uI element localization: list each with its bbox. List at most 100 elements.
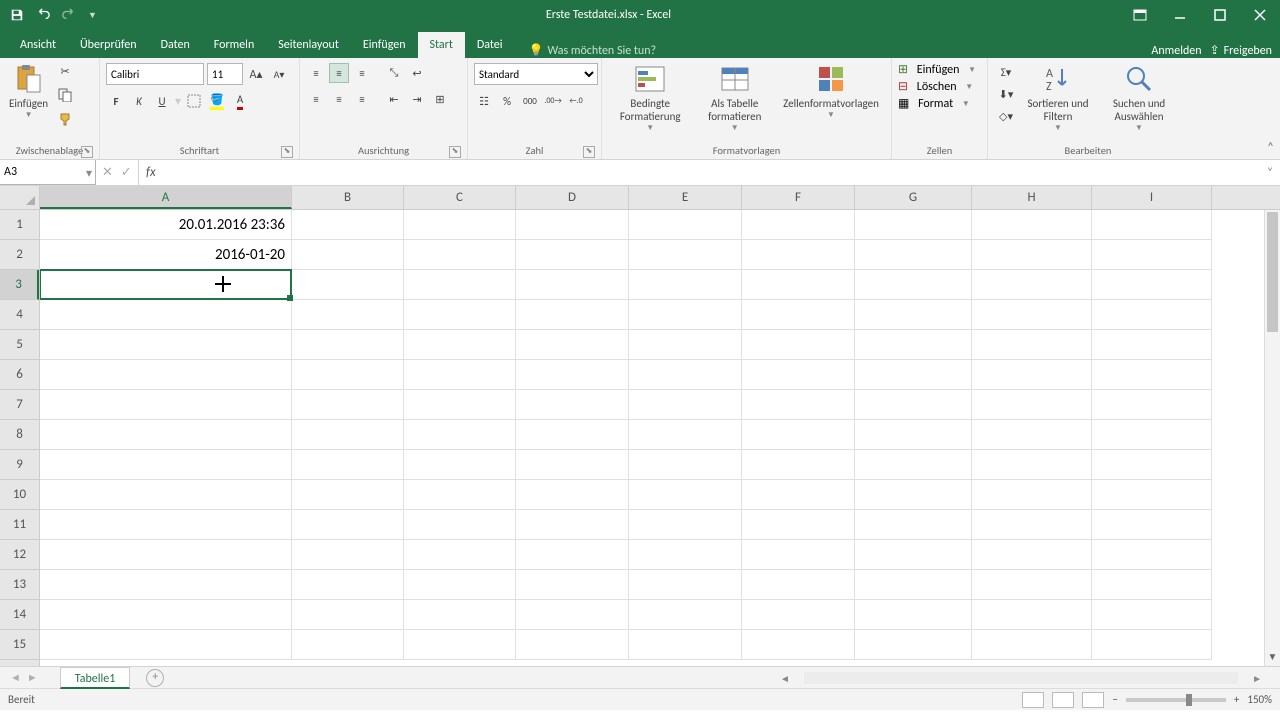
delete-cells-button[interactable]: ⊟ Löschen ▼ [898, 79, 973, 94]
col-header-C[interactable]: C [404, 186, 516, 209]
cell-I4[interactable] [1092, 300, 1212, 330]
row-header-9[interactable]: 9 [0, 450, 39, 480]
cell-I9[interactable] [1092, 450, 1212, 480]
cell-I6[interactable] [1092, 360, 1212, 390]
cell-E1[interactable] [629, 210, 742, 240]
sheet-tab[interactable]: Tabelle1 [60, 667, 131, 689]
zoom-slider[interactable] [1126, 698, 1226, 702]
font-name-combo[interactable] [106, 63, 204, 85]
cell-A12[interactable] [40, 540, 292, 570]
cell-D14[interactable] [516, 600, 629, 630]
cell-C5[interactable] [404, 330, 516, 360]
col-header-A[interactable]: A [40, 186, 292, 209]
maximize-icon[interactable] [1200, 0, 1240, 30]
cell-F1[interactable] [742, 210, 855, 240]
cell-H6[interactable] [972, 360, 1092, 390]
cell-G3[interactable] [855, 270, 972, 300]
sort-filter-button[interactable]: AZ Sortieren und Filtern▼ [1022, 61, 1094, 135]
page-break-button[interactable] [1082, 692, 1104, 708]
cell-D5[interactable] [516, 330, 629, 360]
cell-E15[interactable] [629, 630, 742, 660]
cell-H7[interactable] [972, 390, 1092, 420]
cell-D9[interactable] [516, 450, 629, 480]
cell-I1[interactable] [1092, 210, 1212, 240]
cell-H4[interactable] [972, 300, 1092, 330]
cell-H8[interactable] [972, 420, 1092, 450]
row-header-12[interactable]: 12 [0, 540, 39, 570]
bold-button[interactable]: F [106, 91, 126, 111]
scroll-left-icon[interactable]: ◄ [780, 672, 790, 685]
cell-C12[interactable] [404, 540, 516, 570]
cell-B12[interactable] [292, 540, 404, 570]
tab-überprüfen[interactable]: Überprüfen [68, 32, 149, 58]
autosum-button[interactable]: Σ▾ [994, 62, 1018, 82]
redo-icon[interactable] [62, 8, 76, 22]
increase-font-button[interactable]: A▴ [246, 64, 266, 84]
cell-A2[interactable]: 2016-01-20 [40, 240, 292, 270]
row-header-11[interactable]: 11 [0, 510, 39, 540]
cell-I13[interactable] [1092, 570, 1212, 600]
cell-E8[interactable] [629, 420, 742, 450]
row-header-6[interactable]: 6 [0, 360, 39, 390]
vertical-scrollbar[interactable]: ▲ ▼ [1264, 210, 1280, 666]
cell-B2[interactable] [292, 240, 404, 270]
cell-C13[interactable] [404, 570, 516, 600]
cell-I12[interactable] [1092, 540, 1212, 570]
cell-D4[interactable] [516, 300, 629, 330]
insert-cells-button[interactable]: ⊞ Einfügen ▼ [898, 62, 976, 77]
clear-button[interactable]: ◇▾ [994, 106, 1018, 126]
cell-G5[interactable] [855, 330, 972, 360]
cell-A15[interactable] [40, 630, 292, 660]
save-icon[interactable] [10, 8, 24, 22]
format-cells-button[interactable]: ▦ Format ▼ [898, 96, 970, 111]
cell-G1[interactable] [855, 210, 972, 240]
cell-H5[interactable] [972, 330, 1092, 360]
cell-C4[interactable] [404, 300, 516, 330]
cell-E6[interactable] [629, 360, 742, 390]
tab-start[interactable]: Start [418, 32, 465, 58]
cell-B13[interactable] [292, 570, 404, 600]
cell-G9[interactable] [855, 450, 972, 480]
comma-button[interactable]: 000 [520, 91, 540, 111]
tab-daten[interactable]: Daten [149, 32, 202, 58]
cell-F3[interactable] [742, 270, 855, 300]
cell-E10[interactable] [629, 480, 742, 510]
col-header-H[interactable]: H [972, 186, 1092, 209]
cell-G8[interactable] [855, 420, 972, 450]
cell-H9[interactable] [972, 450, 1092, 480]
cell-C2[interactable] [404, 240, 516, 270]
format-painter-button[interactable] [55, 109, 75, 129]
increase-decimal-button[interactable]: .00→ [543, 91, 563, 111]
cell-E12[interactable] [629, 540, 742, 570]
cell-G7[interactable] [855, 390, 972, 420]
row-header-3[interactable]: 3 [0, 270, 39, 300]
row-header-7[interactable]: 7 [0, 390, 39, 420]
decrease-decimal-button[interactable]: ←.0 [566, 91, 586, 111]
horizontal-scrollbar[interactable]: ◄ ► [780, 670, 1262, 686]
row-header-2[interactable]: 2 [0, 240, 39, 270]
row-header-1[interactable]: 1 [0, 210, 39, 240]
cell-G15[interactable] [855, 630, 972, 660]
cell-I14[interactable] [1092, 600, 1212, 630]
percent-button[interactable]: % [497, 91, 517, 111]
cell-F2[interactable] [742, 240, 855, 270]
cell-F12[interactable] [742, 540, 855, 570]
cell-F15[interactable] [742, 630, 855, 660]
cell-I2[interactable] [1092, 240, 1212, 270]
number-format-combo[interactable]: Standard [474, 63, 598, 85]
cell-G2[interactable] [855, 240, 972, 270]
cell-H2[interactable] [972, 240, 1092, 270]
cell-A11[interactable] [40, 510, 292, 540]
cell-C6[interactable] [404, 360, 516, 390]
conditional-format-button[interactable]: Bedingte Formatierung▼ [608, 61, 692, 135]
share-button[interactable]: ⇪ Freigeben [1210, 43, 1272, 58]
cell-C9[interactable] [404, 450, 516, 480]
tab-nav-next-icon[interactable]: ► [27, 671, 38, 684]
tab-einfügen[interactable]: Einfügen [351, 32, 418, 58]
cell-B6[interactable] [292, 360, 404, 390]
decrease-indent-button[interactable]: ⇤ [384, 89, 404, 109]
col-header-I[interactable]: I [1092, 186, 1212, 209]
tab-nav-prev-icon[interactable]: ◄ [10, 671, 21, 684]
page-layout-button[interactable] [1052, 692, 1074, 708]
cell-H1[interactable] [972, 210, 1092, 240]
